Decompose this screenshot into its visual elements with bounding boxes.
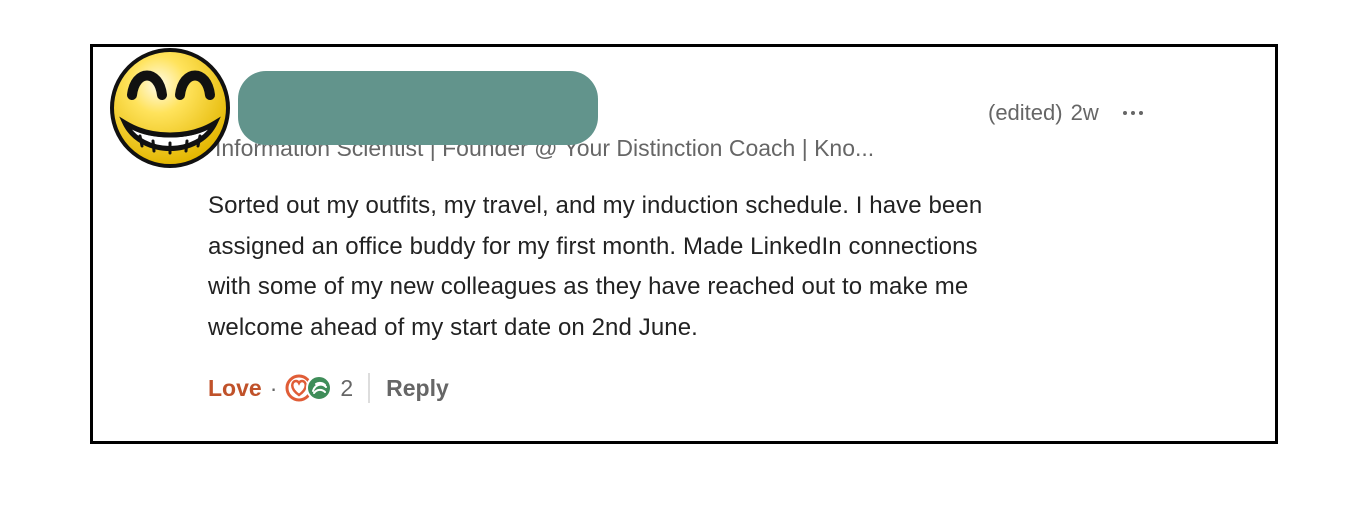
action-divider (368, 373, 371, 403)
comment-body-line: assigned an office buddy for my first mo… (208, 232, 978, 260)
edited-label: (edited) (988, 100, 1063, 125)
screenshot-canvas: Information Scientist | Founder @ Your D… (0, 0, 1370, 518)
reaction-summary[interactable] (285, 374, 333, 402)
love-reaction-button[interactable]: Love (208, 375, 262, 402)
timestamp: 2w (1070, 100, 1099, 125)
comment-body-line: Sorted out my outfits, my travel, and my… (208, 192, 983, 219)
comment-body-line: with some of my new colleagues as they h… (208, 273, 969, 300)
reply-button[interactable]: Reply (386, 375, 449, 402)
support-reaction-icon (305, 374, 333, 402)
comment-meta: (edited) 2w (988, 97, 1188, 129)
comment-actions: Love · 2 Reply (208, 370, 449, 406)
comment-body: Sorted out my outfits, my travel, and my… (208, 186, 1178, 348)
smiling-emoji-avatar-icon[interactable] (107, 45, 233, 171)
comment-body-line: welcome ahead of my start date on 2nd Ju… (208, 313, 698, 341)
separator-dot: · (269, 374, 278, 401)
redacted-name-block (238, 71, 598, 145)
more-options-icon[interactable] (1122, 103, 1143, 123)
reaction-count[interactable]: 2 (340, 375, 353, 402)
